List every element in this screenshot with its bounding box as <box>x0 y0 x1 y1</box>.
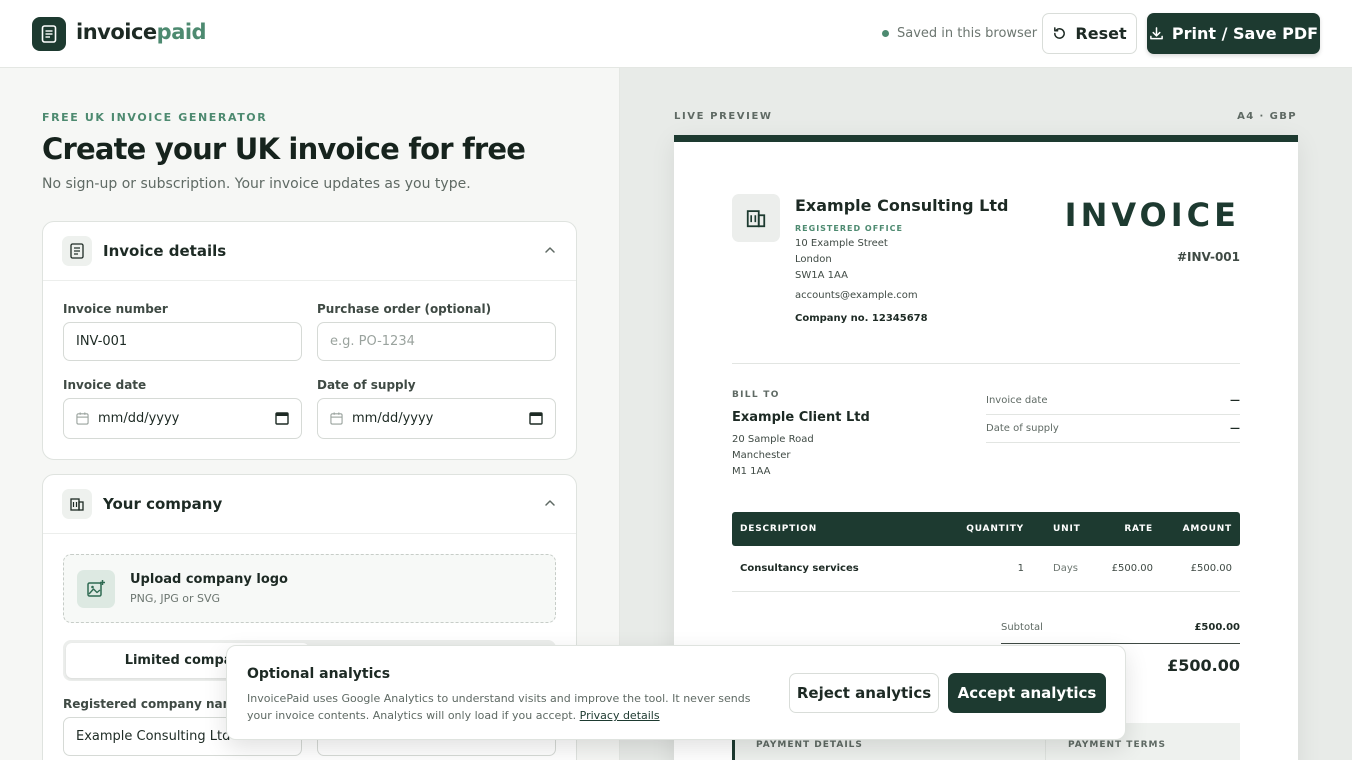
invoice-heading: INVOICE <box>1064 196 1240 234</box>
page-title: Create your UK invoice for free <box>42 132 526 166</box>
privacy-details-link[interactable]: Privacy details <box>580 709 660 722</box>
live-preview-label: LIVE PREVIEW <box>674 111 773 122</box>
company-address-line: SW1A 1AA <box>795 270 848 281</box>
top-bar: invoicepaid Saved in this browser Reset … <box>0 0 1352 68</box>
consent-title: Optional analytics <box>247 666 391 682</box>
subtotal-row: Subtotal £500.00 <box>1001 612 1240 644</box>
company-number: Company no. 12345678 <box>795 313 928 324</box>
building-icon <box>62 489 92 519</box>
reject-analytics-button[interactable]: Reject analytics <box>789 673 939 713</box>
your-company-header[interactable]: Your company <box>43 475 576 534</box>
invoice-number: #INV-001 <box>1176 250 1240 264</box>
analytics-consent-banner: Optional analytics InvoicePaid uses Goog… <box>226 645 1126 740</box>
upload-logo-dropzone[interactable]: Upload company logo PNG, JPG or SVG <box>63 554 556 623</box>
consent-text: InvoicePaid uses Google Analytics to und… <box>247 690 767 724</box>
eyebrow: FREE UK INVOICE GENERATOR <box>42 111 268 124</box>
meta-value: — <box>1230 423 1240 434</box>
image-upload-icon <box>77 570 115 608</box>
page-subtitle: No sign-up or subscription. Your invoice… <box>42 176 471 192</box>
row-rate: £500.00 <box>1111 563 1153 574</box>
supply-date-label: Date of supply <box>317 378 416 392</box>
document-icon <box>62 236 92 266</box>
chevron-up-icon[interactable] <box>544 244 556 256</box>
date-picker-icon[interactable] <box>529 411 543 425</box>
line-items-header: DESCRIPTION QUANTITY UNIT RATE AMOUNT <box>732 512 1240 546</box>
reset-button[interactable]: Reset <box>1042 13 1137 54</box>
reset-label: Reset <box>1075 24 1127 43</box>
invoice-details-header[interactable]: Invoice details <box>43 222 576 281</box>
reset-icon <box>1054 27 1066 39</box>
company-email: accounts@example.com <box>795 290 918 301</box>
col-rate: RATE <box>1124 524 1153 534</box>
date-picker-icon[interactable] <box>275 411 289 425</box>
divider <box>732 363 1240 364</box>
client-address-line: Manchester <box>732 450 791 461</box>
status-dot-icon <box>882 30 889 37</box>
bill-to-label: BILL TO <box>732 390 780 400</box>
registered-office-label: REGISTERED OFFICE <box>795 224 903 233</box>
invoice-number-label: Invoice number <box>63 302 168 316</box>
brand-wordmark[interactable]: invoicepaid <box>76 20 207 44</box>
saved-status-text: Saved in this browser <box>897 26 1038 41</box>
purchase-order-placeholder: e.g. PO-1234 <box>330 334 415 349</box>
col-quantity: QUANTITY <box>966 524 1024 534</box>
client-name: Example Client Ltd <box>732 410 870 425</box>
accept-analytics-button[interactable]: Accept analytics <box>948 673 1106 713</box>
invoice-details-title: Invoice details <box>103 242 227 260</box>
col-unit: UNIT <box>1053 524 1081 534</box>
company-name-label: Registered company name <box>63 697 244 711</box>
consent-body: InvoicePaid uses Google Analytics to und… <box>247 692 751 722</box>
saved-status: Saved in this browser <box>882 26 1037 41</box>
building-icon <box>746 210 766 228</box>
company-address-line: London <box>795 254 832 265</box>
client-address-line: 20 Sample Road <box>732 434 814 445</box>
download-icon <box>1150 27 1163 40</box>
brand-part-1: invoice <box>76 20 157 44</box>
invoice-number-input[interactable]: INV-001 <box>63 322 302 361</box>
row-quantity: 1 <box>1017 563 1024 574</box>
print-save-pdf-button[interactable]: Print / Save PDF <box>1147 13 1320 54</box>
company-logo-placeholder <box>732 194 780 242</box>
upload-logo-hint: PNG, JPG or SVG <box>130 592 221 605</box>
purchase-order-input[interactable]: e.g. PO-1234 <box>317 322 556 361</box>
company-address-line: 10 Example Street <box>795 238 888 249</box>
upload-logo-title: Upload company logo <box>130 572 288 587</box>
subtotal-label: Subtotal <box>1001 622 1043 633</box>
table-row: Consultancy services 1 Days £500.00 £500… <box>732 546 1240 592</box>
invoice-details-card: Invoice details Invoice number INV-001 P… <box>42 221 577 460</box>
meta-supply-date: Date of supply — <box>986 415 1240 443</box>
client-address-line: M1 1AA <box>732 466 771 477</box>
purchase-order-label: Purchase order (optional) <box>317 302 492 316</box>
print-label: Print / Save PDF <box>1171 24 1319 43</box>
supply-date-value: mm/dd/yyyy <box>352 411 434 426</box>
subtotal-value: £500.00 <box>1194 622 1240 633</box>
meta-label: Invoice date <box>986 395 1048 406</box>
row-unit: Days <box>1053 563 1078 574</box>
col-description: DESCRIPTION <box>740 524 818 534</box>
preview-company-name: Example Consulting Ltd <box>795 196 1009 215</box>
paper-format-label: A4 · GBP <box>1237 111 1297 122</box>
brand-part-2: paid <box>156 20 207 44</box>
col-amount: AMOUNT <box>1182 524 1232 534</box>
payment-details-label: PAYMENT DETAILS <box>756 740 863 750</box>
meta-label: Date of supply <box>986 423 1059 434</box>
your-company-title: Your company <box>103 495 223 513</box>
company-name-value: Example Consulting Ltd <box>76 729 231 744</box>
logo-icon[interactable] <box>32 17 66 51</box>
calendar-icon <box>330 412 343 425</box>
meta-invoice-date: Invoice date — <box>986 387 1240 415</box>
supply-date-input[interactable]: mm/dd/yyyy <box>317 398 556 439</box>
invoice-date-value: mm/dd/yyyy <box>98 411 180 426</box>
total-value: £500.00 <box>1167 656 1240 675</box>
row-amount: £500.00 <box>1190 563 1232 574</box>
calendar-icon <box>76 412 89 425</box>
payment-terms-label: PAYMENT TERMS <box>1068 740 1166 750</box>
invoice-number-value: INV-001 <box>76 334 128 349</box>
invoice-date-label: Invoice date <box>63 378 147 392</box>
row-description: Consultancy services <box>740 563 859 574</box>
meta-value: — <box>1230 395 1240 406</box>
invoice-date-input[interactable]: mm/dd/yyyy <box>63 398 302 439</box>
chevron-up-icon[interactable] <box>544 497 556 509</box>
